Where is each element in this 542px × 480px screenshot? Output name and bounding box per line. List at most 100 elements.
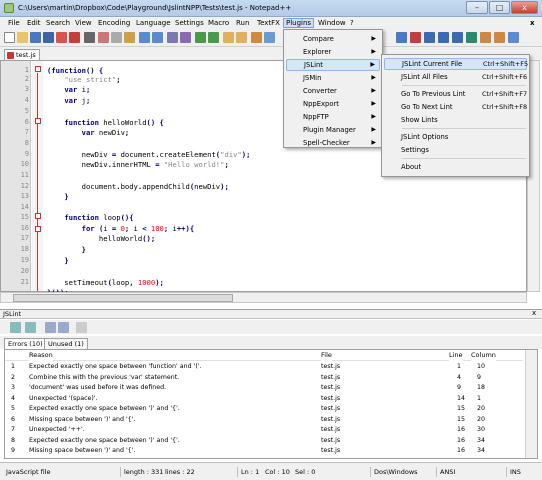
table-row[interactable]: 3 'document' was used before it was defin… bbox=[5, 383, 523, 393]
plugins-menu-item[interactable]: Spell-Checker ▶ bbox=[286, 137, 380, 149]
new-file-icon[interactable] bbox=[4, 32, 15, 43]
find-icon[interactable] bbox=[167, 32, 178, 43]
table-row[interactable]: 7 Unexpected '++'. test.js 16 30 bbox=[5, 425, 523, 435]
zoom-in-icon[interactable] bbox=[195, 32, 206, 43]
menu-encoding[interactable]: Encoding bbox=[96, 18, 132, 28]
submenu-arrow-icon: ▶ bbox=[371, 113, 376, 120]
menu-help[interactable]: ? bbox=[348, 18, 356, 28]
save-all-icon[interactable] bbox=[43, 32, 54, 43]
fold-marker-icon[interactable] bbox=[35, 213, 41, 219]
menu-macro[interactable]: Macro bbox=[206, 18, 231, 28]
plugins-menu-item[interactable]: Compare ▶ bbox=[286, 33, 380, 45]
undo-icon[interactable] bbox=[139, 32, 150, 43]
column-header-column[interactable]: Column bbox=[471, 350, 496, 361]
close-file-icon[interactable] bbox=[56, 32, 67, 43]
plugin-icon[interactable] bbox=[508, 32, 519, 43]
plugins-menu-item[interactable]: NppExport ▶ bbox=[286, 98, 380, 110]
table-row[interactable]: 5 Expected exactly one space between ')' … bbox=[5, 404, 523, 414]
close-button[interactable]: x bbox=[511, 1, 538, 14]
tab-unused[interactable]: Unused (1) bbox=[44, 338, 88, 349]
run-macro-icon[interactable] bbox=[438, 32, 449, 43]
next-arrow-icon[interactable] bbox=[58, 322, 69, 333]
line-number: 7 bbox=[24, 128, 29, 136]
sync-h-icon[interactable] bbox=[236, 32, 247, 43]
column-header-line[interactable]: Line bbox=[449, 350, 463, 361]
replace-icon[interactable] bbox=[180, 32, 191, 43]
menu-settings[interactable]: Settings bbox=[173, 18, 206, 28]
plugins-menu-item[interactable]: Explorer ▶ bbox=[286, 46, 380, 58]
tab-errors[interactable]: Errors (10) bbox=[4, 338, 47, 349]
next-lint-icon[interactable] bbox=[494, 32, 505, 43]
jslint-menu-item[interactable]: Show Lints bbox=[384, 114, 527, 126]
maximize-button[interactable]: □ bbox=[489, 1, 510, 14]
menu-view[interactable]: View bbox=[73, 18, 94, 28]
column-header-reason[interactable]: Reason bbox=[29, 350, 53, 361]
plugins-menu-item[interactable]: Plugin Manager ▶ bbox=[286, 124, 380, 136]
jslint-menu-item[interactable]: JSLint Current File Ctrl+Shift+F5 bbox=[384, 58, 528, 70]
menu-window[interactable]: Window bbox=[316, 18, 348, 28]
panel-close-icon[interactable]: x bbox=[532, 309, 536, 317]
plugins-menu-item[interactable]: JSLint ▶ bbox=[286, 59, 380, 71]
table-row[interactable]: 1 Expected exactly one space between 'fun… bbox=[5, 362, 523, 372]
plugins-menu-item[interactable]: Converter ▶ bbox=[286, 85, 380, 97]
play-macro-icon[interactable] bbox=[424, 32, 435, 43]
menu-run[interactable]: Run bbox=[234, 18, 251, 28]
prev-lint-icon[interactable] bbox=[480, 32, 491, 43]
table-row[interactable]: 4 Unexpected '(space)'. test.js 14 1 bbox=[5, 394, 523, 404]
fold-marker-icon[interactable] bbox=[35, 226, 41, 232]
zoom-out-icon[interactable] bbox=[208, 32, 219, 43]
cut-icon[interactable] bbox=[98, 32, 109, 43]
editor-horizontal-scrollbar[interactable] bbox=[0, 292, 527, 303]
close-doc-icon[interactable]: x bbox=[528, 18, 537, 28]
plugins-menu-item[interactable]: JSMin ▶ bbox=[286, 72, 380, 84]
save-icon[interactable] bbox=[30, 32, 41, 43]
print-icon[interactable] bbox=[84, 32, 95, 43]
prev-arrow-icon[interactable] bbox=[45, 322, 56, 333]
code-line: helloWorld(); bbox=[47, 234, 156, 243]
sync-v-icon[interactable] bbox=[223, 32, 234, 43]
minimize-button[interactable]: – bbox=[466, 1, 488, 14]
table-row[interactable]: 2 Combine this with the previous 'var' st… bbox=[5, 373, 523, 383]
open-file-icon[interactable] bbox=[17, 32, 28, 43]
row-column: 34 bbox=[477, 447, 486, 454]
plugins-menu-item[interactable]: NppFTP ▶ bbox=[286, 111, 380, 123]
save-macro-icon[interactable] bbox=[452, 32, 463, 43]
table-vertical-scrollbar[interactable] bbox=[525, 350, 537, 458]
row-line: 1 bbox=[457, 363, 462, 370]
menu-textfx[interactable]: TextFX bbox=[255, 18, 282, 28]
scroll-thumb[interactable] bbox=[13, 294, 233, 302]
tab-test-js[interactable]: test.js bbox=[4, 49, 40, 60]
table-row[interactable]: 9 Missing space between ')' and '{'. test.… bbox=[5, 446, 523, 456]
close-all-icon[interactable] bbox=[69, 32, 80, 43]
table-row[interactable]: 6 Missing space between ')' and '{'. test.… bbox=[5, 415, 523, 425]
table-row[interactable]: 8 Expected exactly one space between ')' … bbox=[5, 436, 523, 446]
stop-macro-icon[interactable] bbox=[410, 32, 421, 43]
menu-file[interactable]: File bbox=[6, 18, 22, 28]
jslint-icon[interactable] bbox=[466, 32, 477, 43]
all-chars-icon[interactable] bbox=[264, 32, 275, 43]
lint-all-icon[interactable] bbox=[25, 322, 36, 333]
jslint-menu-item[interactable]: Go To Previous Lint Ctrl+Shift+F7 bbox=[384, 88, 527, 100]
jslint-menu-item[interactable]: Settings bbox=[384, 144, 527, 156]
menu-plugins[interactable]: Plugins bbox=[283, 18, 315, 28]
menu-search[interactable]: Search bbox=[44, 18, 72, 28]
menu-language[interactable]: Language bbox=[134, 18, 173, 28]
fold-marker-icon[interactable] bbox=[35, 118, 41, 124]
paste-icon[interactable] bbox=[124, 32, 135, 43]
jslint-menu-item[interactable]: JSLint Options bbox=[384, 131, 527, 143]
wrap-icon[interactable] bbox=[251, 32, 262, 43]
record-macro-icon[interactable] bbox=[396, 32, 407, 43]
row-column: 30 bbox=[477, 426, 486, 433]
column-header-file[interactable]: File bbox=[321, 350, 332, 361]
redo-icon[interactable] bbox=[152, 32, 163, 43]
lint-current-icon[interactable] bbox=[10, 322, 21, 333]
code-line: var j; bbox=[64, 96, 91, 105]
menu-edit[interactable]: Edit bbox=[25, 18, 43, 28]
jslint-menu-item[interactable]: About bbox=[384, 161, 527, 173]
jslint-menu-item[interactable]: Go To Next Lint Ctrl+Shift+F8 bbox=[384, 101, 527, 113]
jslint-menu-item[interactable]: JSLint All Files Ctrl+Shift+F6 bbox=[384, 71, 527, 83]
fold-marker-icon[interactable] bbox=[35, 66, 41, 72]
title-bar: C:\Users\martin\Dropbox\Code\Playground\… bbox=[0, 0, 542, 17]
list-icon[interactable] bbox=[76, 322, 87, 333]
copy-icon[interactable] bbox=[111, 32, 122, 43]
